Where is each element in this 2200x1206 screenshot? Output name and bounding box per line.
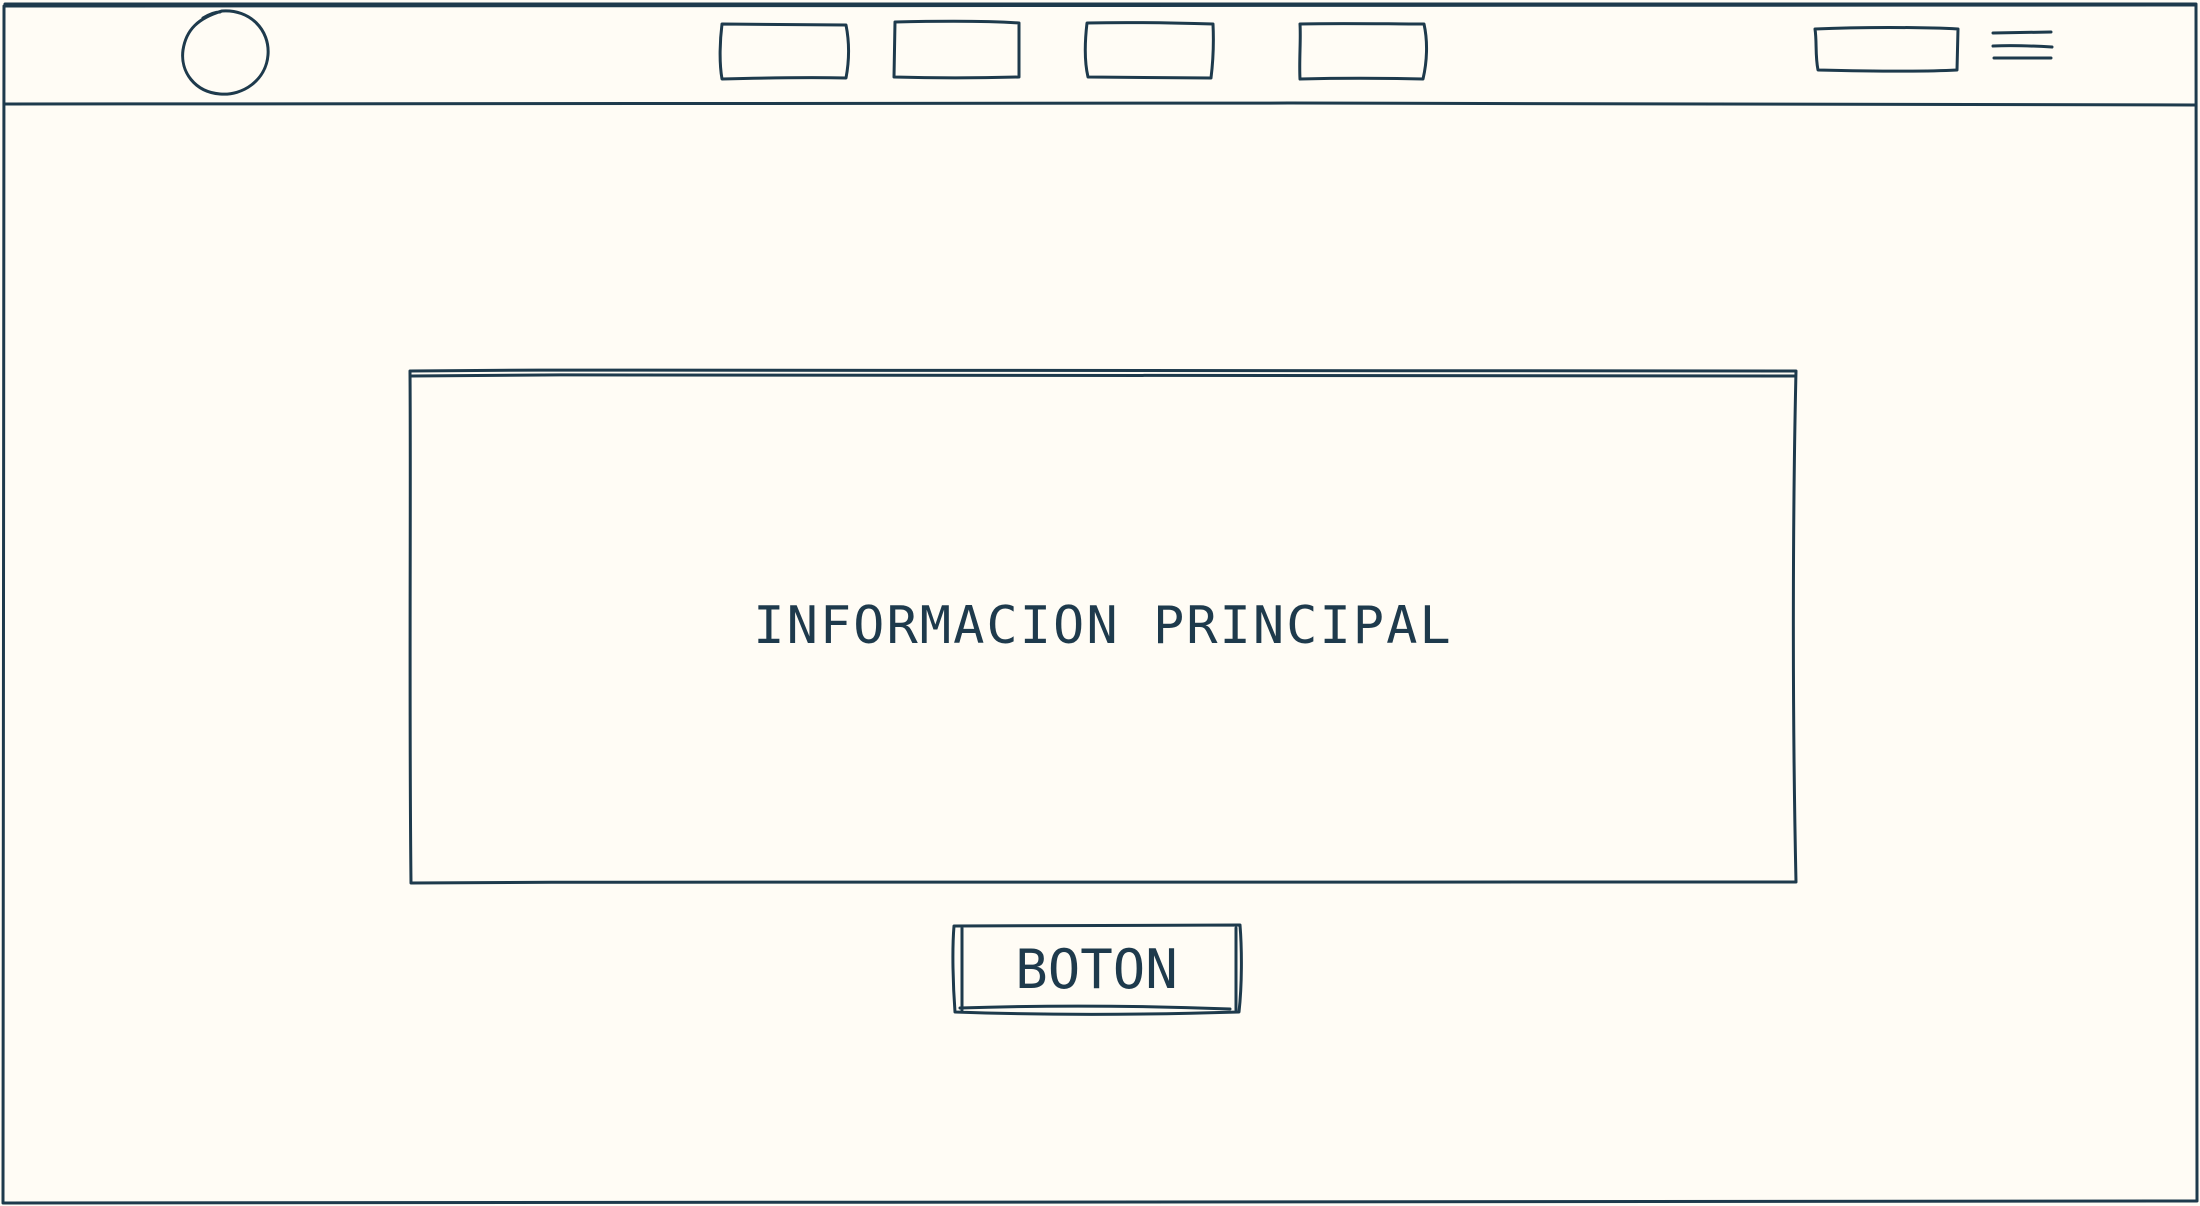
header-divider: [2, 101, 2197, 107]
nav-item-3[interactable]: [1085, 21, 1215, 80]
main-action-button[interactable]: BOTON: [953, 925, 1240, 1013]
nav-item-2[interactable]: [893, 20, 1021, 79]
nav-item-4[interactable]: [1298, 22, 1428, 81]
nav-item-1[interactable]: [720, 22, 850, 80]
hamburger-menu-icon[interactable]: [1990, 28, 2055, 62]
circle-logo-icon[interactable]: [180, 9, 270, 97]
wireframe-page: INFORMACION PRINCIPAL BOTON: [0, 0, 2200, 1206]
info-box-label: INFORMACION PRINCIPAL: [753, 596, 1453, 656]
header-action-button[interactable]: [1813, 26, 1960, 73]
